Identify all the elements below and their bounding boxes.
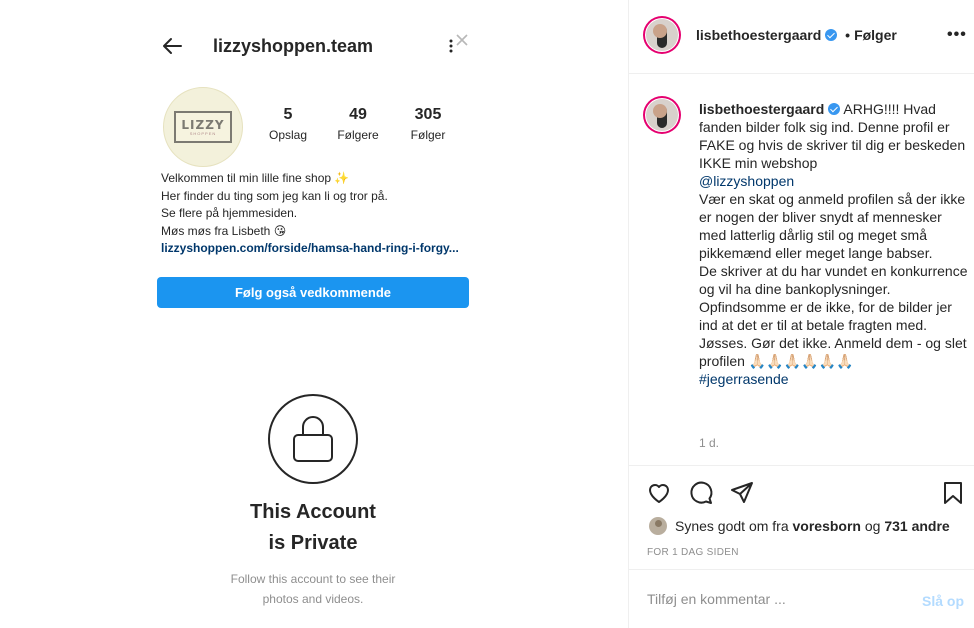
stat-following: 305 Følger xyxy=(410,106,446,142)
post-sidebar: lisbethoestergaard • Følger ••• lisbethoe… xyxy=(628,0,974,628)
back-arrow-icon xyxy=(163,38,182,54)
caption-part-3: De skriver at du har vundet en konkurren… xyxy=(699,263,968,369)
comment-box: Slå op xyxy=(629,571,974,628)
caption-text: lisbethoestergaard ARHG!!!! Hvad fanden … xyxy=(699,100,971,388)
more-options-icon[interactable]: ••• xyxy=(947,26,967,44)
profile-stats: 5 Opslag 49 Følgere 305 Følger xyxy=(262,106,471,142)
author-line: lisbethoestergaard • Følger xyxy=(696,27,897,43)
stat-followers: 49 Følgere xyxy=(337,106,379,142)
caption-mention-link[interactable]: @lizzyshoppen xyxy=(699,173,794,189)
author-username[interactable]: lisbethoestergaard xyxy=(696,27,821,43)
post-date: FOR 1 DAG SIDEN xyxy=(647,547,739,558)
bio-line: Møs møs fra Lisbeth 😘 xyxy=(161,223,287,238)
caption-hashtag-link[interactable]: #jegerrasende xyxy=(699,371,789,387)
liker-avatar xyxy=(649,517,667,535)
share-icon[interactable] xyxy=(729,480,755,506)
private-account-title: This Account is Private xyxy=(250,501,376,554)
lock-icon xyxy=(268,394,358,484)
private-account-subtitle: Follow this account to see their photos … xyxy=(230,572,396,606)
close-icon xyxy=(456,34,468,46)
heart-icon[interactable] xyxy=(646,480,672,506)
likes-summary: Synes godt om fra voresborn og 731 andre xyxy=(649,517,950,535)
caption-part-2: Vær en skat og anmeld profilen så der ik… xyxy=(699,191,966,261)
instagram-post-view: lizzyshoppen.team LIZZY SHOPPEN 5 Opslag… xyxy=(0,0,974,628)
post-actions: Synes godt om fra voresborn og 731 andre… xyxy=(629,466,974,570)
verified-badge-icon xyxy=(825,29,838,41)
stat-posts: 5 Opslag xyxy=(268,106,308,142)
bio-line: Her finder du ting som jeg kan li og tro… xyxy=(161,188,388,203)
follow-button: Følg også vedkommende xyxy=(157,277,469,308)
bookmark-icon[interactable] xyxy=(940,480,966,506)
comment-input[interactable] xyxy=(647,591,897,607)
caption-username[interactable]: lisbethoestergaard xyxy=(699,101,824,117)
bio-link: lizzyshoppen.com/forside/hamsa-hand-ring… xyxy=(161,241,459,255)
following-button[interactable]: Følger xyxy=(854,27,897,43)
post-header: lisbethoestergaard • Følger ••• xyxy=(629,0,974,74)
caption-timestamp: 1 d. xyxy=(699,436,720,450)
liker-username[interactable]: voresborn xyxy=(793,518,861,534)
profile-bio: Velkommen til min lille fine shop ✨ Her … xyxy=(161,170,481,258)
shop-avatar: LIZZY SHOPPEN xyxy=(163,87,243,167)
comment-icon[interactable] xyxy=(688,480,714,506)
separator-dot: • xyxy=(845,27,851,43)
post-comment-button[interactable]: Slå op xyxy=(922,593,964,609)
author-avatar[interactable] xyxy=(641,14,683,56)
caption-avatar[interactable] xyxy=(641,94,683,136)
bio-line: Velkommen til min lille fine shop ✨ xyxy=(161,171,350,185)
shop-logo: LIZZY SHOPPEN xyxy=(174,111,232,143)
verified-badge-icon xyxy=(828,103,841,115)
embedded-username: lizzyshoppen.team xyxy=(213,36,374,56)
post-image: lizzyshoppen.team LIZZY SHOPPEN 5 Opslag… xyxy=(0,0,628,628)
embedded-profile-header: lizzyshoppen.team xyxy=(160,30,470,62)
likes-others-link[interactable]: 731 andre xyxy=(884,518,949,534)
bio-line: Se flere på hjemmesiden. xyxy=(161,206,298,220)
post-caption: lisbethoestergaard ARHG!!!! Hvad fanden … xyxy=(629,74,974,466)
